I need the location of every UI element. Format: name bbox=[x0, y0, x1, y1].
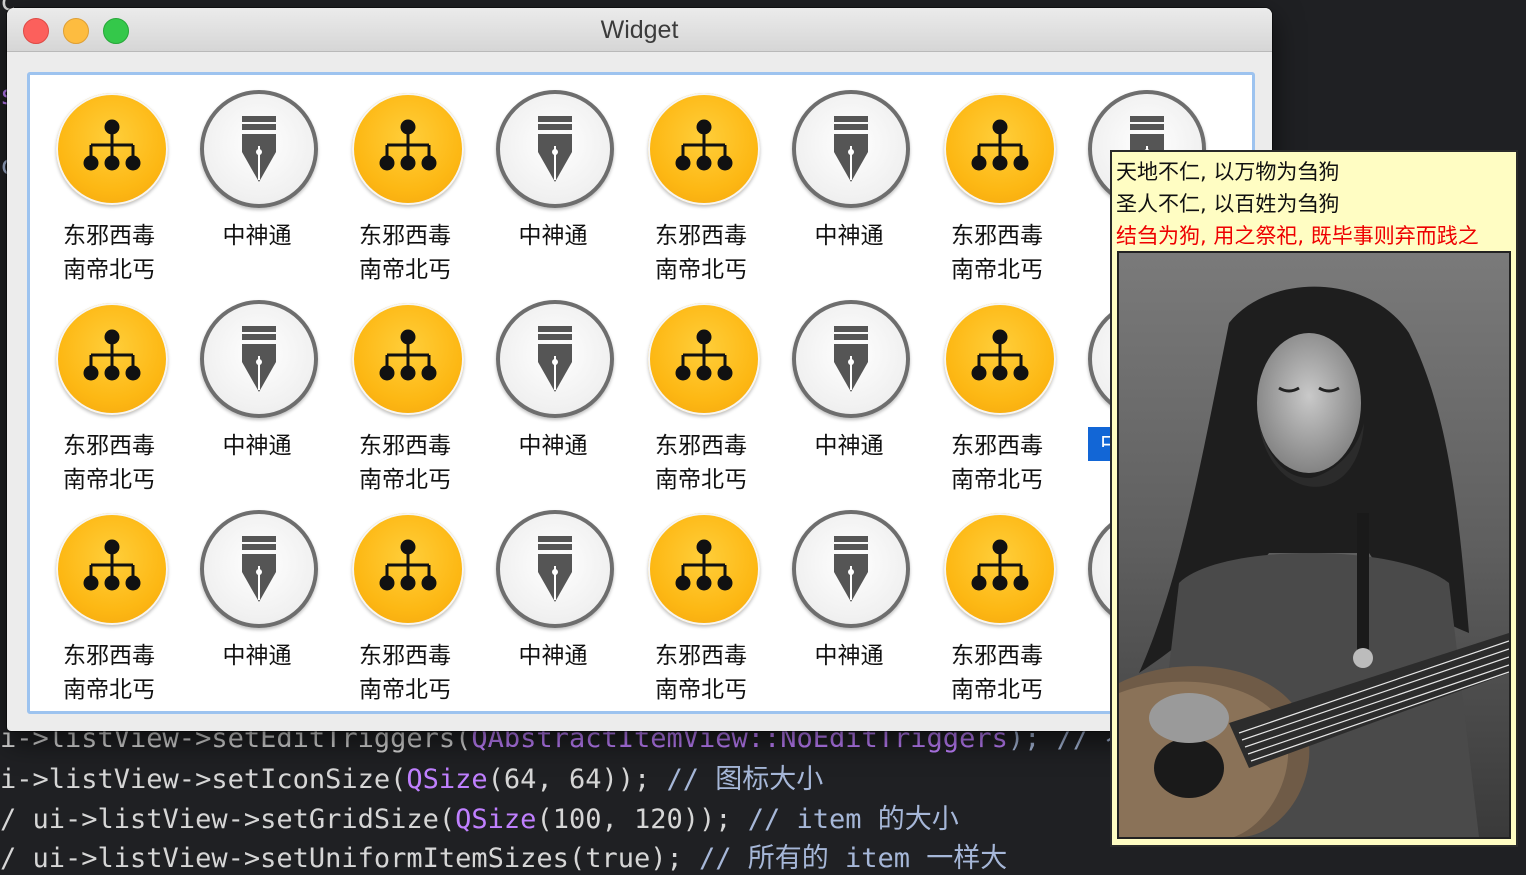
list-item-label: 中神通 bbox=[222, 643, 292, 669]
list-item-label: 中神通 bbox=[814, 223, 884, 249]
guitarist-photo bbox=[1117, 251, 1511, 839]
tooltip-line: 天地不仁, 以万物为刍狗 bbox=[1116, 160, 1340, 184]
tooltip: 天地不仁, 以万物为刍狗 圣人不仁, 以百姓为刍狗 结刍为狗, 用之祭祀, 既毕… bbox=[1110, 150, 1518, 847]
org-chart-icon bbox=[352, 93, 464, 205]
fountain-pen-icon bbox=[792, 90, 910, 208]
tooltip-line: 圣人不仁, 以百姓为刍狗 bbox=[1116, 192, 1340, 216]
list-item-label: 东邪西毒 南帝北丐 bbox=[359, 433, 451, 493]
org-chart-icon bbox=[944, 303, 1056, 415]
list-item-label: 东邪西毒 南帝北丐 bbox=[655, 223, 747, 283]
list-item[interactable]: 中神通 bbox=[792, 83, 914, 283]
list-item-label: 中神通 bbox=[222, 223, 292, 249]
fountain-pen-icon bbox=[496, 510, 614, 628]
org-chart-icon bbox=[352, 513, 464, 625]
list-item[interactable]: 中神通 bbox=[496, 293, 618, 493]
list-item[interactable]: 东邪西毒 南帝北丐 bbox=[646, 293, 766, 493]
org-chart-icon bbox=[56, 93, 168, 205]
fountain-pen-icon bbox=[792, 300, 910, 418]
list-item[interactable]: 东邪西毒 南帝北丐 bbox=[942, 83, 1062, 283]
list-item[interactable]: 东邪西毒 南帝北丐 bbox=[54, 293, 174, 493]
org-chart-icon bbox=[648, 93, 760, 205]
list-item[interactable]: 东邪西毒 南帝北丐 bbox=[350, 293, 470, 493]
org-chart-icon bbox=[648, 303, 760, 415]
list-item[interactable]: 中神通 bbox=[792, 293, 914, 493]
list-item[interactable]: 中神通 bbox=[200, 293, 322, 493]
org-chart-icon bbox=[944, 93, 1056, 205]
guitarist-photo-illustration bbox=[1119, 253, 1509, 837]
list-item-label: 中神通 bbox=[814, 643, 884, 669]
list-item-label: 东邪西毒 南帝北丐 bbox=[63, 643, 155, 703]
fountain-pen-icon bbox=[200, 90, 318, 208]
org-chart-icon bbox=[352, 303, 464, 415]
list-item[interactable]: 中神通 bbox=[496, 83, 618, 283]
list-item[interactable]: 东邪西毒 南帝北丐 bbox=[350, 83, 470, 283]
widget-window: Widget 东邪西毒 南帝北丐 中神通 东邪西毒 南帝北丐 中神通 东邪西毒 南帝北丐… bbox=[7, 8, 1272, 731]
org-chart-icon bbox=[56, 513, 168, 625]
list-item-label: 东邪西毒 南帝北丐 bbox=[359, 223, 451, 283]
fountain-pen-icon bbox=[200, 510, 318, 628]
code-line: / ui->listView->setUniformItemSizes(true… bbox=[0, 843, 1008, 874]
list-item[interactable]: 东邪西毒 南帝北丐 bbox=[646, 83, 766, 283]
title-bar[interactable]: Widget bbox=[7, 8, 1272, 52]
org-chart-icon bbox=[56, 303, 168, 415]
list-item[interactable]: 东邪西毒 南帝北丐 bbox=[942, 503, 1062, 703]
list-item-label: 东邪西毒 南帝北丐 bbox=[655, 643, 747, 703]
list-item-label: 东邪西毒 南帝北丐 bbox=[359, 643, 451, 703]
list-item-label: 中神通 bbox=[518, 643, 588, 669]
fountain-pen-icon bbox=[200, 300, 318, 418]
list-item[interactable]: 中神通 bbox=[200, 83, 322, 283]
fountain-pen-icon bbox=[792, 510, 910, 628]
list-item-label: 中神通 bbox=[518, 223, 588, 249]
list-item[interactable]: 东邪西毒 南帝北丐 bbox=[350, 503, 470, 703]
fountain-pen-icon bbox=[496, 300, 614, 418]
list-item-label: 中神通 bbox=[814, 433, 884, 459]
code-line: i->listView->setIconSize(QSize(64, 64));… bbox=[0, 764, 824, 795]
list-item[interactable]: 中神通 bbox=[200, 503, 322, 703]
list-view[interactable]: 东邪西毒 南帝北丐 中神通 东邪西毒 南帝北丐 中神通 东邪西毒 南帝北丐 中神通 东邪西毒… bbox=[27, 72, 1255, 714]
list-item-label: 中神通 bbox=[222, 433, 292, 459]
org-chart-icon bbox=[944, 513, 1056, 625]
list-item[interactable]: 东邪西毒 南帝北丐 bbox=[942, 293, 1062, 493]
list-item-label: 东邪西毒 南帝北丐 bbox=[63, 223, 155, 283]
list-item-label: 东邪西毒 南帝北丐 bbox=[951, 223, 1043, 283]
code-line: / ui->listView->setGridSize(QSize(100, 1… bbox=[0, 804, 959, 835]
list-item-label: 东邪西毒 南帝北丐 bbox=[63, 433, 155, 493]
list-item-label: 东邪西毒 南帝北丐 bbox=[655, 433, 747, 493]
fountain-pen-icon bbox=[496, 90, 614, 208]
list-item-label: 东邪西毒 南帝北丐 bbox=[951, 643, 1043, 703]
list-item[interactable]: 东邪西毒 南帝北丐 bbox=[646, 503, 766, 703]
window-title: Widget bbox=[600, 16, 679, 44]
list-item[interactable]: 东邪西毒 南帝北丐 bbox=[54, 503, 174, 703]
list-item[interactable]: 中神通 bbox=[792, 503, 914, 703]
list-item[interactable]: 中神通 bbox=[496, 503, 618, 703]
list-item-label: 中神通 bbox=[518, 433, 588, 459]
list-item-label: 东邪西毒 南帝北丐 bbox=[951, 433, 1043, 493]
tooltip-line-highlight: 结刍为狗, 用之祭祀, 既毕事则弃而践之 bbox=[1116, 224, 1479, 248]
org-chart-icon bbox=[648, 513, 760, 625]
list-item[interactable]: 东邪西毒 南帝北丐 bbox=[54, 83, 174, 283]
